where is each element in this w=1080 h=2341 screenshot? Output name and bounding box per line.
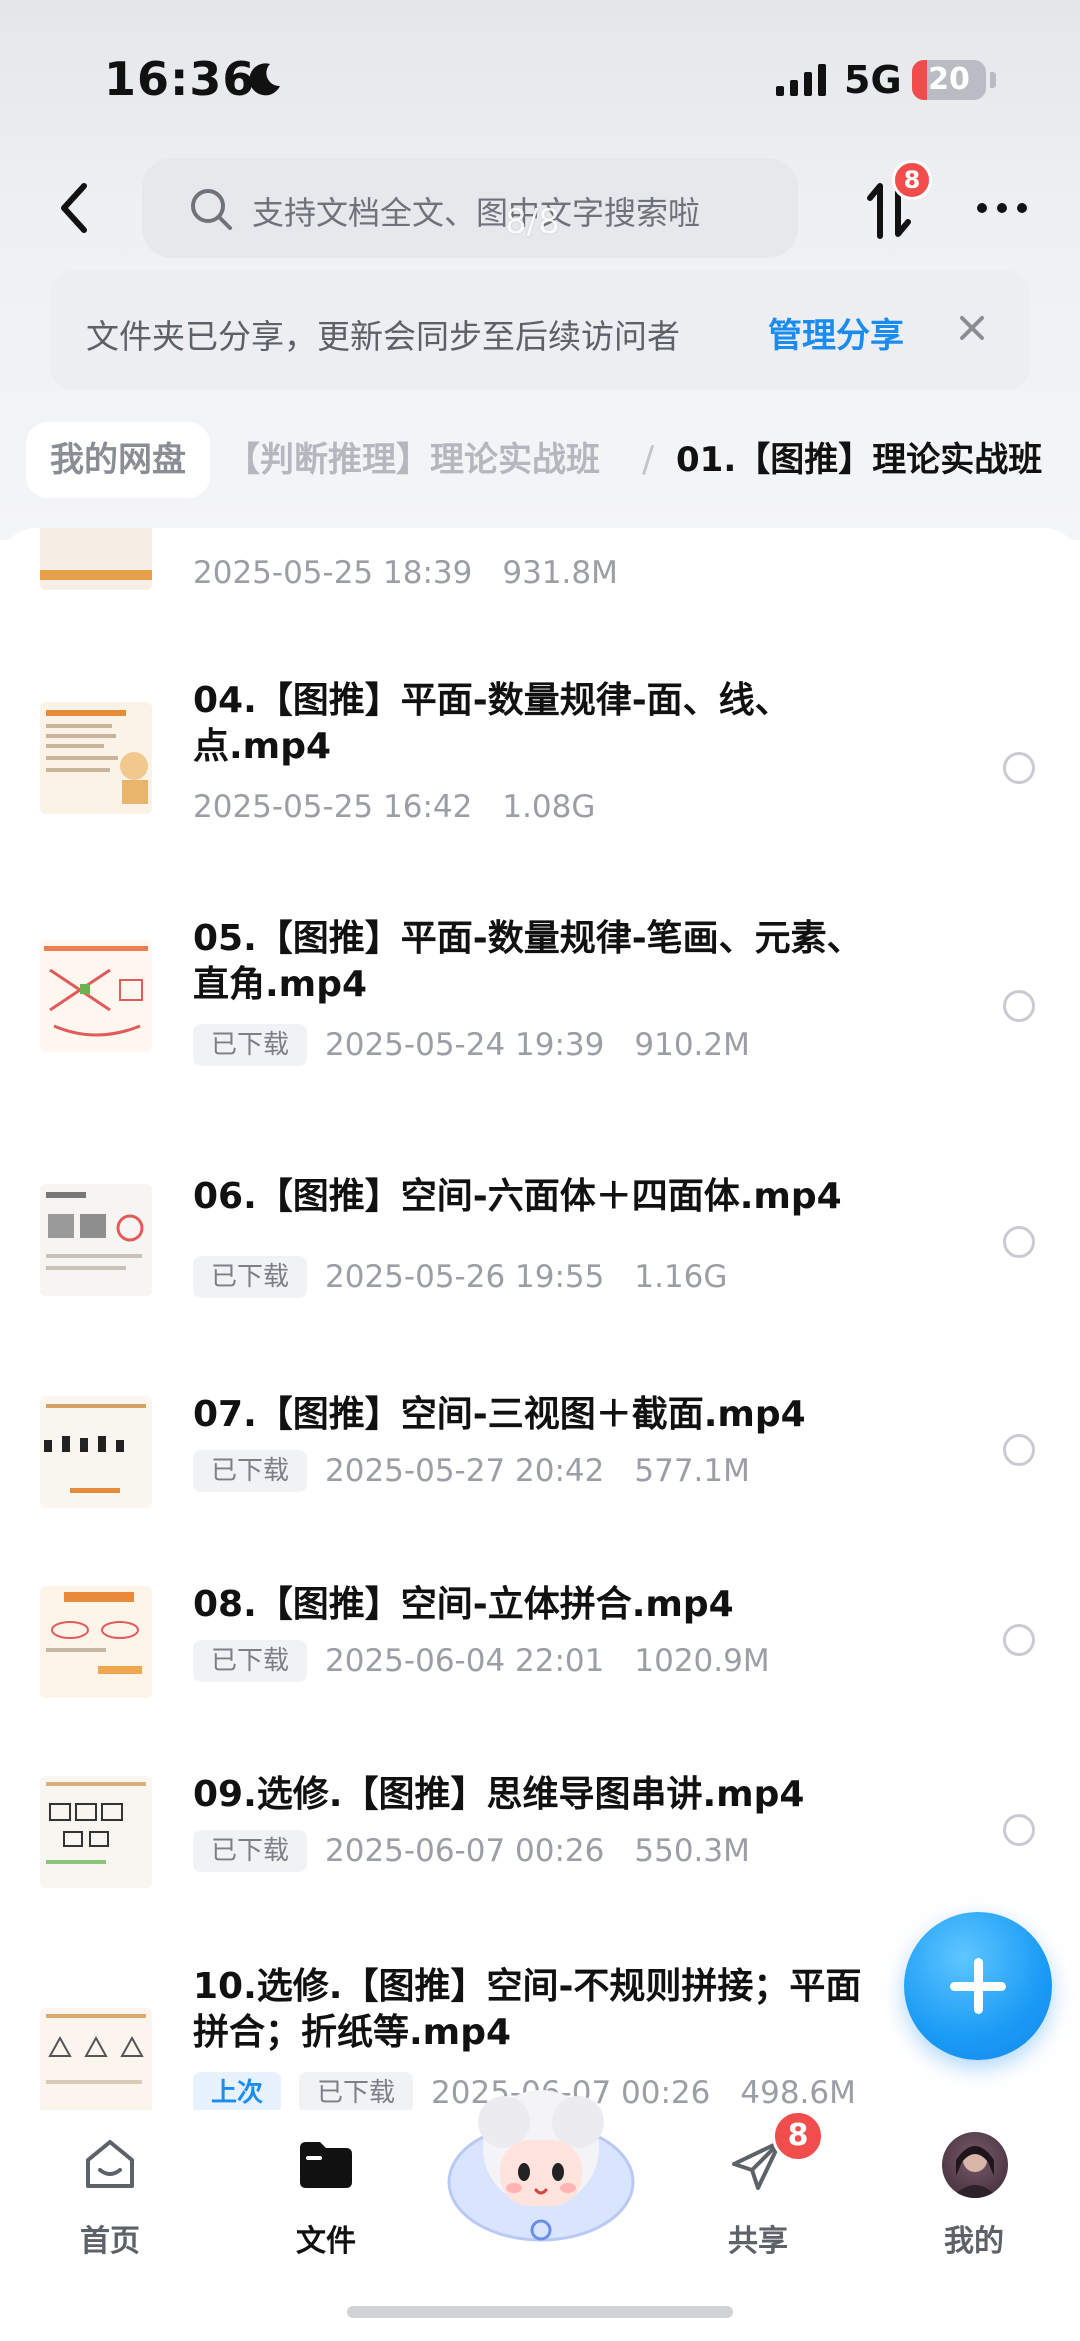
nav-share[interactable]: 8 共享 [678,2110,838,2310]
file-meta: 已下载 2025-05-27 20:42 577.1M [193,1448,750,1494]
battery-tip [990,72,996,88]
video-thumbnail [40,1776,152,1888]
file-meta: 2025-05-25 18:39 931.8M [193,550,618,596]
file-size: 577.1M [634,1453,750,1489]
select-checkbox[interactable] [1003,1434,1035,1466]
downloaded-tag: 已下载 [193,1830,308,1872]
file-size: 550.3M [634,1833,750,1869]
close-icon[interactable] [950,306,994,350]
battery-icon: 20 [912,60,986,100]
select-checkbox[interactable] [1003,990,1035,1022]
search-input[interactable]: 支持文档全文、图中文字搜索啦 [142,158,798,258]
video-thumbnail [40,2008,152,2118]
file-row[interactable]: 08.【图推】空间-立体拼合.mp4 已下载 2025-06-04 22:01 … [0,1574,1080,1724]
status-bar: 16:36 5G 20 [0,0,1080,150]
file-meta: 已下载 2025-06-04 22:01 1020.9M [193,1638,770,1684]
file-date: 2025-05-25 18:39 [193,555,473,591]
downloaded-tag: 已下载 [193,1024,308,1066]
transfer-badge: 8 [892,160,932,200]
folder-icon [300,2142,352,2188]
breadcrumb: 我的网盘 【判断推理】理论实战班 / 01.【图推】理论实战班 [26,422,1080,498]
back-button[interactable] [46,178,106,238]
file-row[interactable]: 2025-05-25 18:39 931.8M [0,528,1080,598]
file-name: 04.【图推】平面-数量规律-面、线、点.mp4 [193,680,791,767]
select-checkbox[interactable] [1003,1814,1035,1846]
share-notice-text: 文件夹已分享，更新会同步至后续访问者 [86,317,680,356]
add-button[interactable] [904,1912,1052,2060]
file-meta: 2025-05-25 16:42 1.08G [193,784,595,830]
video-thumbnail [40,940,152,1052]
share-notice-banner: 文件夹已分享，更新会同步至后续访问者 管理分享 [50,270,1030,390]
breadcrumb-root[interactable]: 我的网盘 [26,422,210,498]
file-name: 09.选修.【图推】思维导图串讲.mp4 [193,1774,805,1815]
signal-icon [776,64,826,96]
select-checkbox[interactable] [1003,752,1035,784]
nav-me-label: 我的 [944,2224,1004,2259]
file-size: 1.16G [634,1259,728,1295]
file-date: 2025-06-07 00:26 [325,1833,605,1869]
file-list: 2025-05-25 18:39 931.8M 04.【图推】平面-数量规律-面… [0,528,1080,2118]
file-meta: 已下载 2025-06-07 00:26 550.3M [193,1828,750,1874]
last-viewed-tag: 上次 [193,2072,282,2114]
file-date: 2025-05-25 16:42 [193,789,473,825]
nav-files-label: 文件 [296,2224,356,2259]
plus-icon-vertical [974,1958,983,2014]
file-name: 07.【图推】空间-三视图＋截面.mp4 [193,1394,806,1435]
video-thumbnail [40,1184,152,1296]
file-row[interactable]: 04.【图推】平面-数量规律-面、线、点.mp4 2025-05-25 16:4… [0,668,1080,868]
breadcrumb-current: 01.【图推】理论实战班 [676,440,1043,480]
file-size: 1020.9M [634,1643,770,1679]
share-badge: 8 [772,2110,824,2162]
file-size: 910.2M [634,1027,750,1063]
file-meta: 已下载 2025-05-26 19:55 1.16G [193,1254,727,1300]
avatar [942,2132,1008,2198]
nav-me[interactable]: 我的 [894,2110,1054,2310]
more-icon[interactable] [974,190,1030,226]
nav-share-label: 共享 [728,2224,788,2259]
file-row[interactable]: 09.选修.【图推】思维导图串讲.mp4 已下载 2025-06-07 00:2… [0,1764,1080,1914]
search-placeholder: 支持文档全文、图中文字搜索啦 [252,194,701,232]
search-icon [191,189,232,230]
file-name: 06.【图推】空间-六面体＋四面体.mp4 [193,1176,842,1217]
file-row[interactable]: 07.【图推】空间-三视图＋截面.mp4 已下载 2025-05-27 20:4… [0,1384,1080,1534]
home-indicator [347,2306,733,2318]
video-thumbnail [40,702,152,814]
battery-level: 20 [928,62,970,97]
downloaded-tag: 已下载 [299,2072,414,2114]
status-time: 16:36 [104,52,256,106]
file-name: 08.【图推】空间-立体拼合.mp4 [193,1584,734,1625]
video-thumbnail [40,1396,152,1508]
breadcrumb-separator: / [642,439,655,480]
nav-home[interactable]: 首页 [30,2110,190,2310]
nav-home-label: 首页 [80,2224,140,2259]
network-type: 5G [844,58,902,102]
file-row[interactable]: 06.【图推】空间-六面体＋四面体.mp4 已下载 2025-05-26 19:… [0,1164,1080,1334]
breadcrumb-parent[interactable]: 【判断推理】理论实战班 [226,422,600,498]
file-date: 2025-05-26 19:55 [325,1259,605,1295]
downloaded-tag: 已下载 [193,1450,308,1492]
page-indicator: 8/8 [505,202,560,242]
file-row[interactable]: 05.【图推】平面-数量规律-笔画、元素、直角.mp4 已下载 2025-05-… [0,906,1080,1106]
file-name: 05.【图推】平面-数量规律-笔画、元素、直角.mp4 [193,918,863,1005]
select-checkbox[interactable] [1003,1624,1035,1656]
file-date: 2025-05-27 20:42 [325,1453,605,1489]
file-date: 2025-05-24 19:39 [325,1027,605,1063]
file-name: 10.选修.【图推】空间-不规则拼接；平面拼合；折纸等.mp4 [193,1966,862,2053]
downloaded-tag: 已下载 [193,1256,308,1298]
video-thumbnail [40,528,152,590]
select-checkbox[interactable] [1003,1226,1035,1258]
file-size: 1.08G [502,789,596,825]
file-date: 2025-06-04 22:01 [325,1643,605,1679]
nav-files[interactable]: 文件 [246,2110,406,2310]
file-meta: 已下载 2025-05-24 19:39 910.2M [193,1022,750,1068]
video-thumbnail [40,1586,152,1698]
home-icon [86,2140,134,2188]
assistant-mascot-icon[interactable] [444,2070,638,2260]
moon-icon [249,63,280,96]
manage-share-link[interactable]: 管理分享 [768,308,904,357]
file-size: 931.8M [502,555,618,591]
downloaded-tag: 已下载 [193,1640,308,1682]
file-size: 498.6M [740,2075,856,2111]
